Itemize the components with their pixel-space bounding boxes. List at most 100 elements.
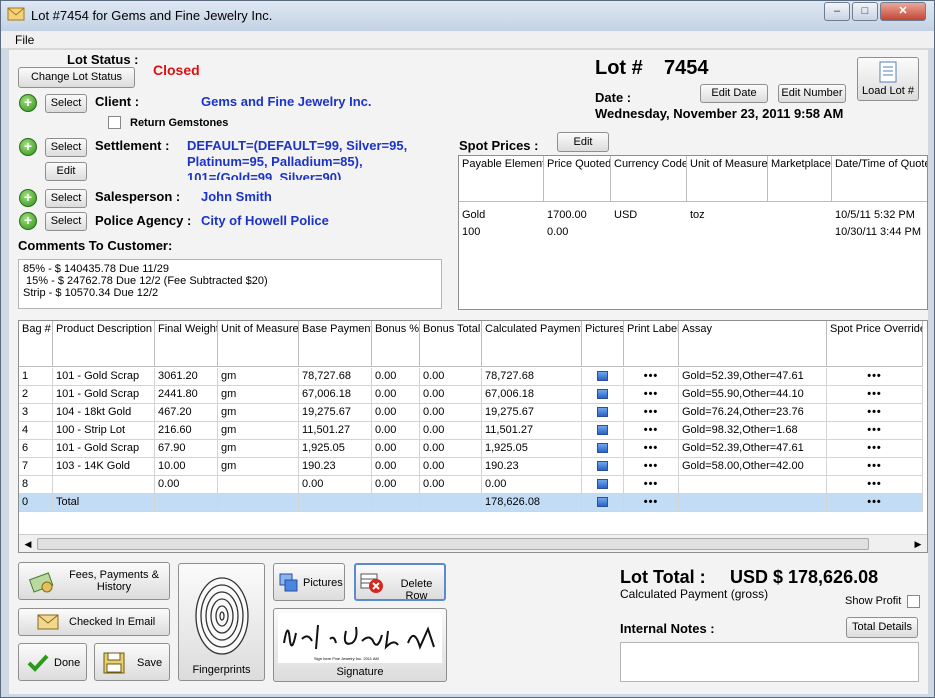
items-cell[interactable]: 78,727.68 [482, 368, 582, 386]
picture-icon[interactable] [597, 389, 608, 400]
maximize-button[interactable]: □ [852, 2, 878, 21]
items-col-header[interactable]: Base Payment [299, 321, 372, 367]
items-cell[interactable]: 67,006.18 [482, 386, 582, 404]
items-cell[interactable]: Total [53, 494, 155, 512]
items-cell[interactable]: Gold=52.39,Other=47.61 [679, 368, 827, 386]
items-cell[interactable]: 0.00 [155, 476, 218, 494]
items-cell[interactable]: 0.00 [420, 458, 482, 476]
add-settlement-icon[interactable]: + [19, 138, 37, 156]
scroll-right-icon[interactable]: ▶ [911, 537, 925, 551]
select-settlement-button[interactable]: Select [45, 138, 87, 157]
items-cell[interactable]: 190.23 [299, 458, 372, 476]
spot-override-ellipsis-icon[interactable]: ••• [830, 496, 919, 509]
items-cell[interactable]: 0.00 [420, 368, 482, 386]
items-col-header[interactable]: Product Description [53, 321, 155, 367]
items-cell[interactable] [582, 458, 624, 476]
menu-file[interactable]: File [15, 33, 34, 47]
items-cell[interactable]: 178,626.08 [482, 494, 582, 512]
items-cell[interactable]: 3061.20 [155, 368, 218, 386]
items-cell[interactable] [582, 422, 624, 440]
items-col-header[interactable]: Bag # [19, 321, 53, 367]
items-cell[interactable]: 10.00 [155, 458, 218, 476]
spot-override-ellipsis-icon[interactable]: ••• [830, 442, 919, 455]
close-button[interactable]: ✕ [880, 2, 926, 21]
items-cell[interactable]: 216.60 [155, 422, 218, 440]
items-cell[interactable]: 11,501.27 [299, 422, 372, 440]
signature-button[interactable]: Sign here Fine Jewelry Inc. 2011 AM Sign… [273, 608, 447, 682]
spot-override-ellipsis-icon[interactable]: ••• [830, 388, 919, 401]
items-cell[interactable]: ••• [624, 476, 679, 494]
items-cell[interactable]: 0.00 [372, 458, 420, 476]
spot-override-ellipsis-icon[interactable]: ••• [830, 478, 919, 491]
items-cell[interactable]: 7 [19, 458, 53, 476]
items-col-header[interactable]: Assay [679, 321, 827, 367]
items-cell[interactable]: 6 [19, 440, 53, 458]
items-cell[interactable]: 0.00 [420, 404, 482, 422]
comments-textarea[interactable]: 85% - $ 140435.78 Due 11/29 15% - $ 2476… [18, 259, 442, 309]
items-cell[interactable]: Gold=58.00,Other=42.00 [679, 458, 827, 476]
select-salesperson-button[interactable]: Select [45, 189, 87, 208]
items-cell[interactable]: 190.23 [482, 458, 582, 476]
items-cell[interactable]: 19,275.67 [482, 404, 582, 422]
items-cell[interactable]: 2 [19, 386, 53, 404]
items-cell[interactable]: 103 - 14K Gold [53, 458, 155, 476]
items-cell[interactable]: Gold=98.32,Other=1.68 [679, 422, 827, 440]
fingerprints-button[interactable]: Fingerprints [178, 563, 265, 681]
save-button[interactable]: Save [94, 643, 170, 681]
add-police-agency-icon[interactable]: + [19, 212, 37, 230]
items-cell[interactable]: gm [218, 404, 299, 422]
items-cell[interactable]: ••• [827, 494, 923, 512]
items-cell[interactable]: 19,275.67 [299, 404, 372, 422]
return-gemstones-checkbox[interactable] [108, 116, 121, 129]
items-cell[interactable]: gm [218, 368, 299, 386]
items-cell[interactable] [299, 494, 372, 512]
items-cell[interactable]: 104 - 18kt Gold [53, 404, 155, 422]
items-cell[interactable]: ••• [827, 386, 923, 404]
print-label-ellipsis-icon[interactable]: ••• [627, 406, 675, 419]
items-col-header[interactable]: Print Label [624, 321, 679, 367]
items-cell[interactable]: ••• [624, 458, 679, 476]
edit-date-button[interactable]: Edit Date [700, 84, 768, 103]
items-cell[interactable] [53, 476, 155, 494]
items-cell[interactable]: 0.00 [372, 368, 420, 386]
items-cell[interactable]: 100 - Strip Lot [53, 422, 155, 440]
items-cell[interactable]: ••• [624, 494, 679, 512]
items-cell[interactable] [679, 476, 827, 494]
items-cell[interactable]: ••• [827, 368, 923, 386]
spot-override-ellipsis-icon[interactable]: ••• [830, 460, 919, 473]
items-cell[interactable]: ••• [827, 458, 923, 476]
spot-override-ellipsis-icon[interactable]: ••• [830, 406, 919, 419]
items-col-header[interactable]: Pictures [582, 321, 624, 367]
load-lot-button[interactable]: Load Lot # [857, 57, 919, 101]
add-salesperson-icon[interactable]: + [19, 189, 37, 207]
items-cell[interactable]: 78,727.68 [299, 368, 372, 386]
items-cell[interactable]: 1,925.05 [482, 440, 582, 458]
edit-number-button[interactable]: Edit Number [778, 84, 846, 103]
items-cell[interactable]: Gold=76.24,Other=23.76 [679, 404, 827, 422]
items-cell[interactable]: 0.00 [420, 422, 482, 440]
delete-row-button[interactable]: Delete Row [354, 563, 446, 602]
picture-icon[interactable] [597, 497, 608, 508]
items-cell[interactable] [420, 494, 482, 512]
items-cell[interactable]: ••• [624, 440, 679, 458]
items-cell[interactable]: Gold=55.90,Other=44.10 [679, 386, 827, 404]
items-cell[interactable]: ••• [624, 422, 679, 440]
items-cell[interactable] [582, 404, 624, 422]
items-cell[interactable]: 0.00 [482, 476, 582, 494]
spot-override-ellipsis-icon[interactable]: ••• [830, 370, 919, 383]
items-cell[interactable]: 4 [19, 422, 53, 440]
items-cell[interactable]: 0.00 [299, 476, 372, 494]
horizontal-scrollbar[interactable]: ◀ ▶ [19, 534, 927, 552]
items-cell[interactable]: 0.00 [420, 476, 482, 494]
spot-col-header[interactable]: Payable Element [459, 156, 544, 202]
spot-col-header[interactable]: Date/Time of Quote [832, 156, 927, 202]
spot-col-header[interactable]: Unit of Measure [687, 156, 768, 202]
spot-col-header[interactable]: Price Quoted [544, 156, 611, 202]
internal-notes-textarea[interactable] [620, 642, 919, 682]
print-label-ellipsis-icon[interactable]: ••• [627, 424, 675, 437]
items-cell[interactable]: gm [218, 458, 299, 476]
select-client-button[interactable]: Select [45, 94, 87, 113]
pictures-button[interactable]: Pictures [273, 563, 345, 601]
spot-col-header[interactable]: Currency Code [611, 156, 687, 202]
items-cell[interactable] [679, 494, 827, 512]
